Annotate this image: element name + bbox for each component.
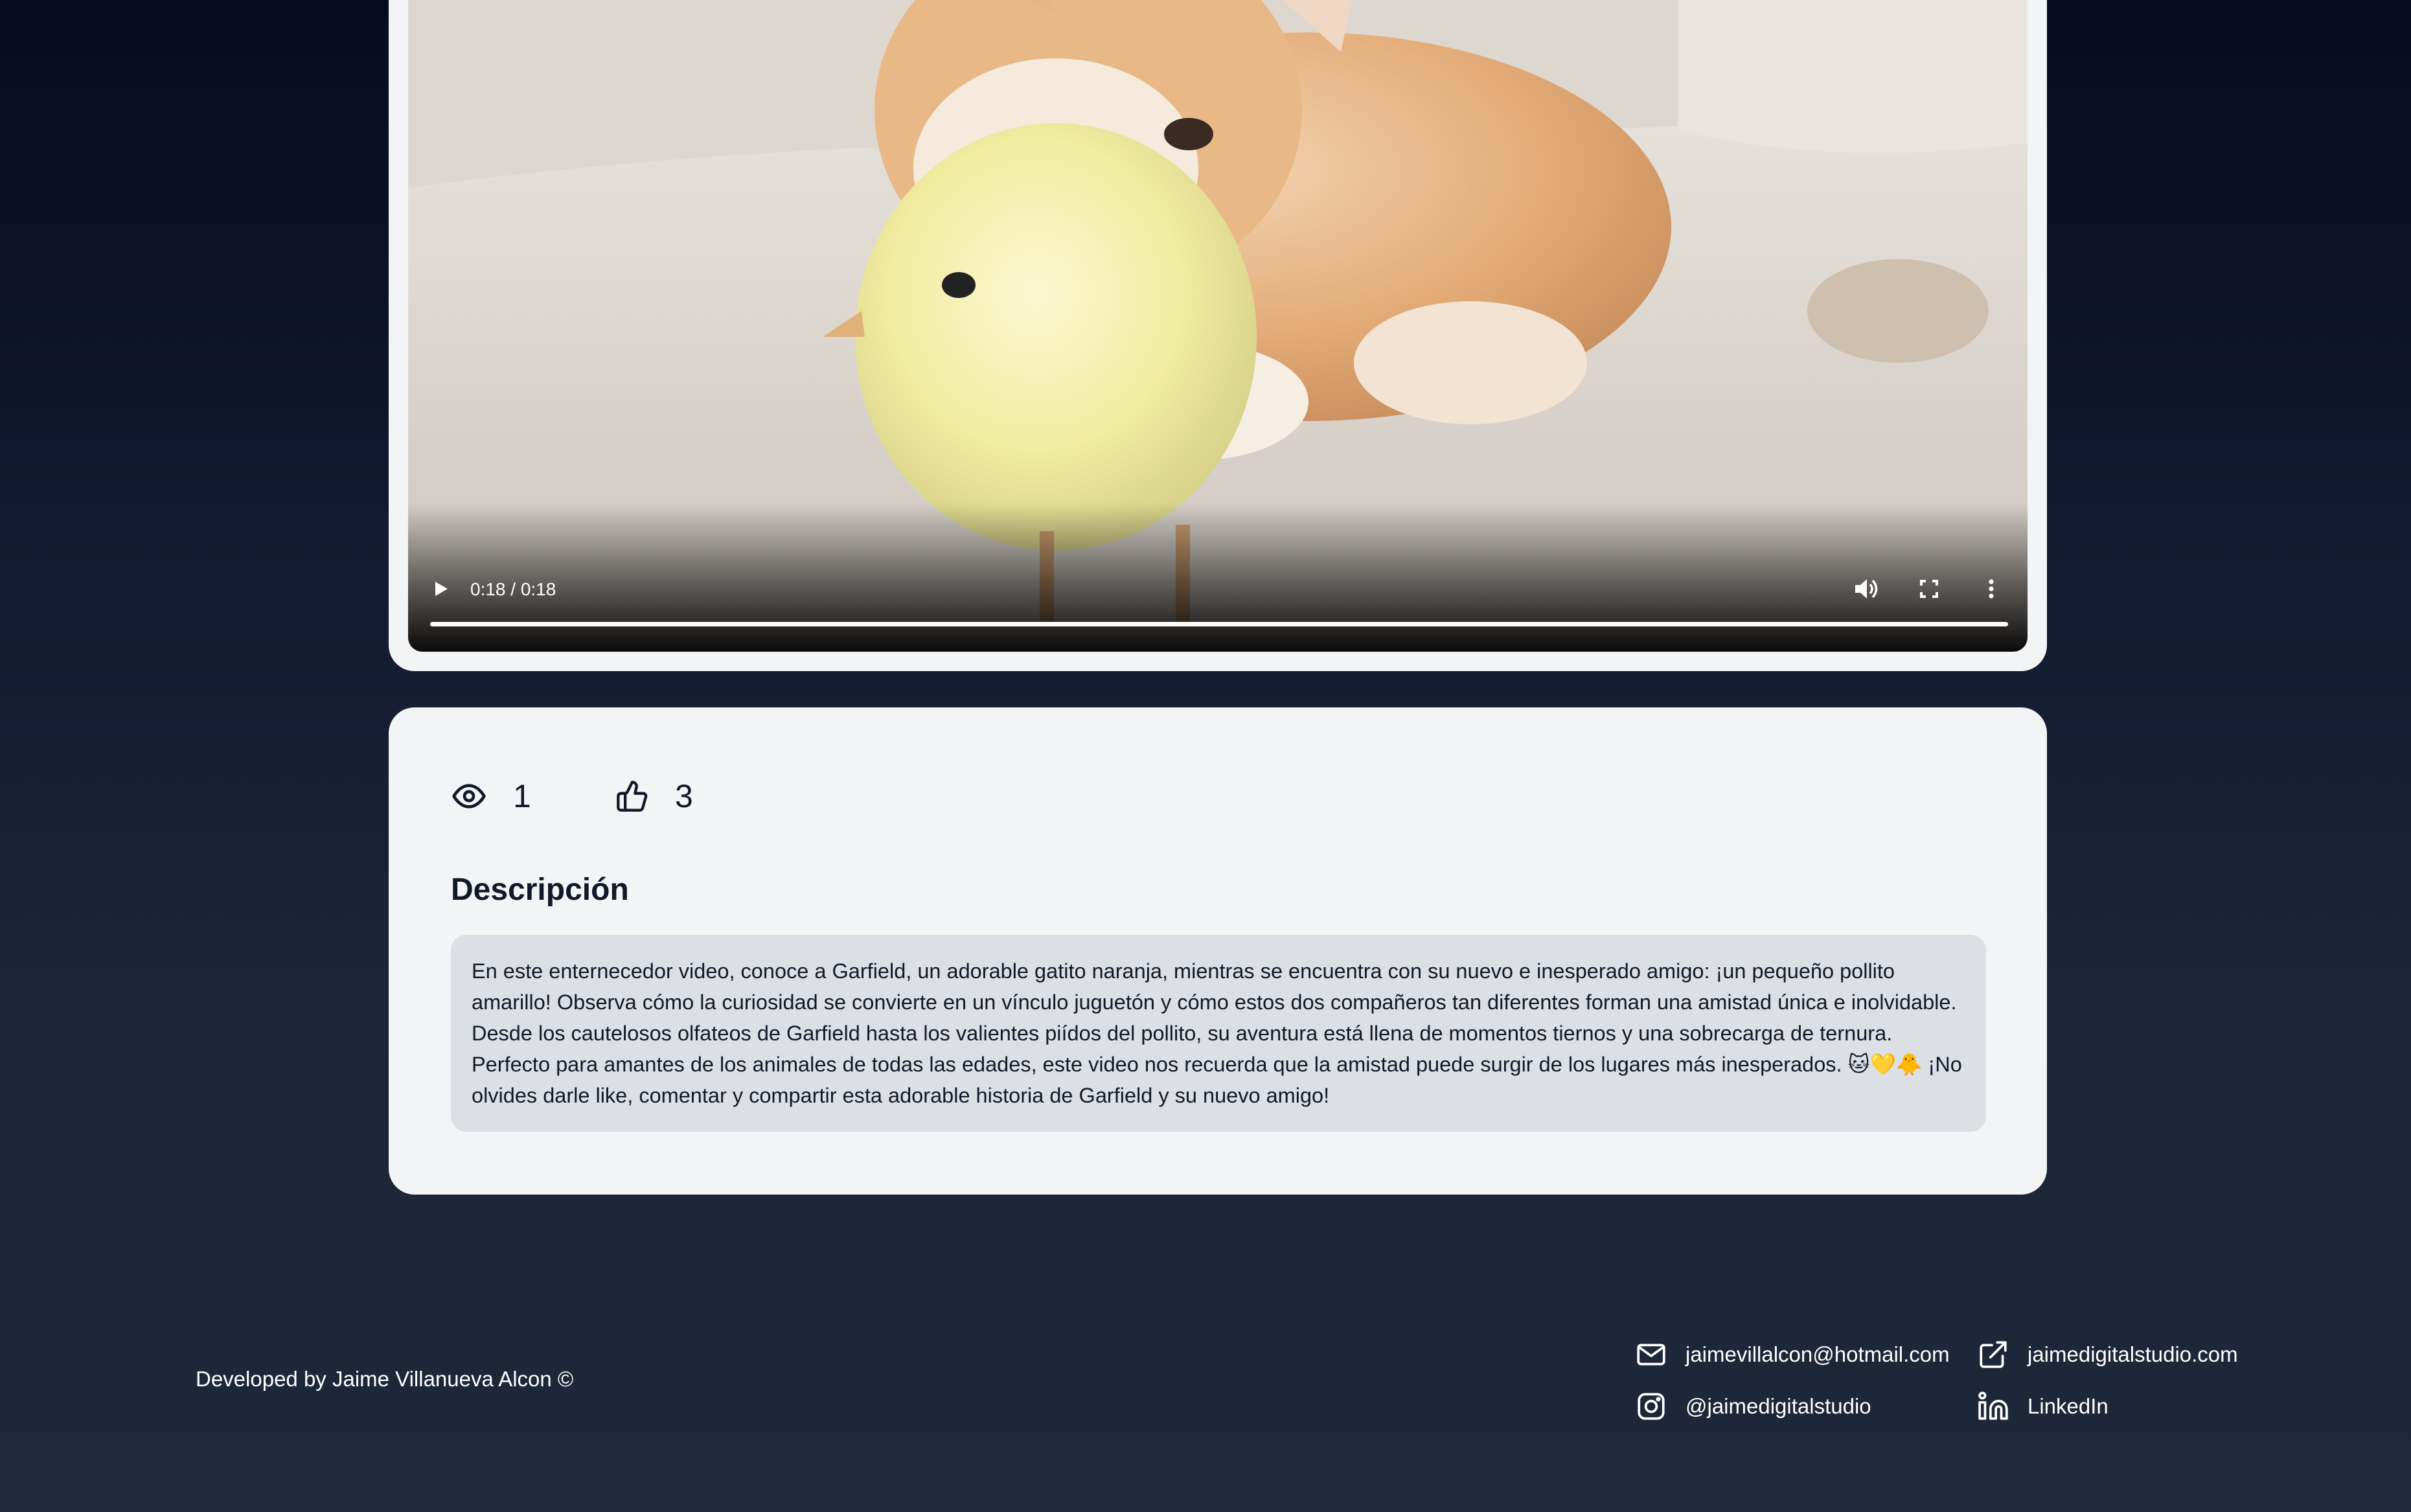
- linkedin-text: LinkedIn: [2028, 1394, 2108, 1418]
- progress-fill: [430, 622, 2008, 626]
- video-card: 0:18 / 0:18: [389, 0, 2047, 671]
- description-text: En este enternecedor video, conoce a Gar…: [451, 935, 1986, 1132]
- likes-stat[interactable]: 3: [615, 777, 693, 815]
- thumbs-up-icon[interactable]: [615, 779, 649, 813]
- email-text: jaimevillalcon@hotmail.com: [1685, 1342, 1950, 1366]
- footer-credit: Developed by Jaime Villanueva Alcon ©: [196, 1367, 574, 1391]
- website-text: jaimedigitalstudio.com: [2028, 1342, 2238, 1366]
- website-link[interactable]: jaimedigitalstudio.com: [1977, 1338, 2238, 1371]
- email-link[interactable]: jaimevillalcon@hotmail.com: [1635, 1338, 1950, 1371]
- views-stat: 1: [451, 777, 531, 815]
- linkedin-link[interactable]: LinkedIn: [1977, 1390, 2108, 1423]
- mail-icon: [1637, 1344, 1665, 1366]
- instagram-icon: [1638, 1393, 1665, 1420]
- play-icon[interactable]: [428, 576, 453, 602]
- fullscreen-icon[interactable]: [1916, 576, 1942, 602]
- description-title: Descripción: [451, 873, 629, 907]
- video-player[interactable]: 0:18 / 0:18: [408, 0, 2028, 652]
- volume-icon[interactable]: [1853, 576, 1881, 602]
- instagram-text: @jaimedigitalstudio: [1685, 1394, 1871, 1418]
- linkedin-icon: [1978, 1392, 2008, 1420]
- external-link-icon: [1980, 1341, 2007, 1368]
- views-count: 1: [513, 778, 531, 814]
- instagram-link[interactable]: @jaimedigitalstudio: [1635, 1390, 1871, 1423]
- video-time: 0:18 / 0:18: [470, 579, 556, 599]
- controls-shade: [408, 503, 2028, 652]
- eye-icon: [452, 784, 486, 808]
- more-vertical-icon[interactable]: [1978, 576, 2004, 602]
- likes-count: 3: [675, 778, 693, 814]
- progress-bar[interactable]: [430, 622, 2008, 626]
